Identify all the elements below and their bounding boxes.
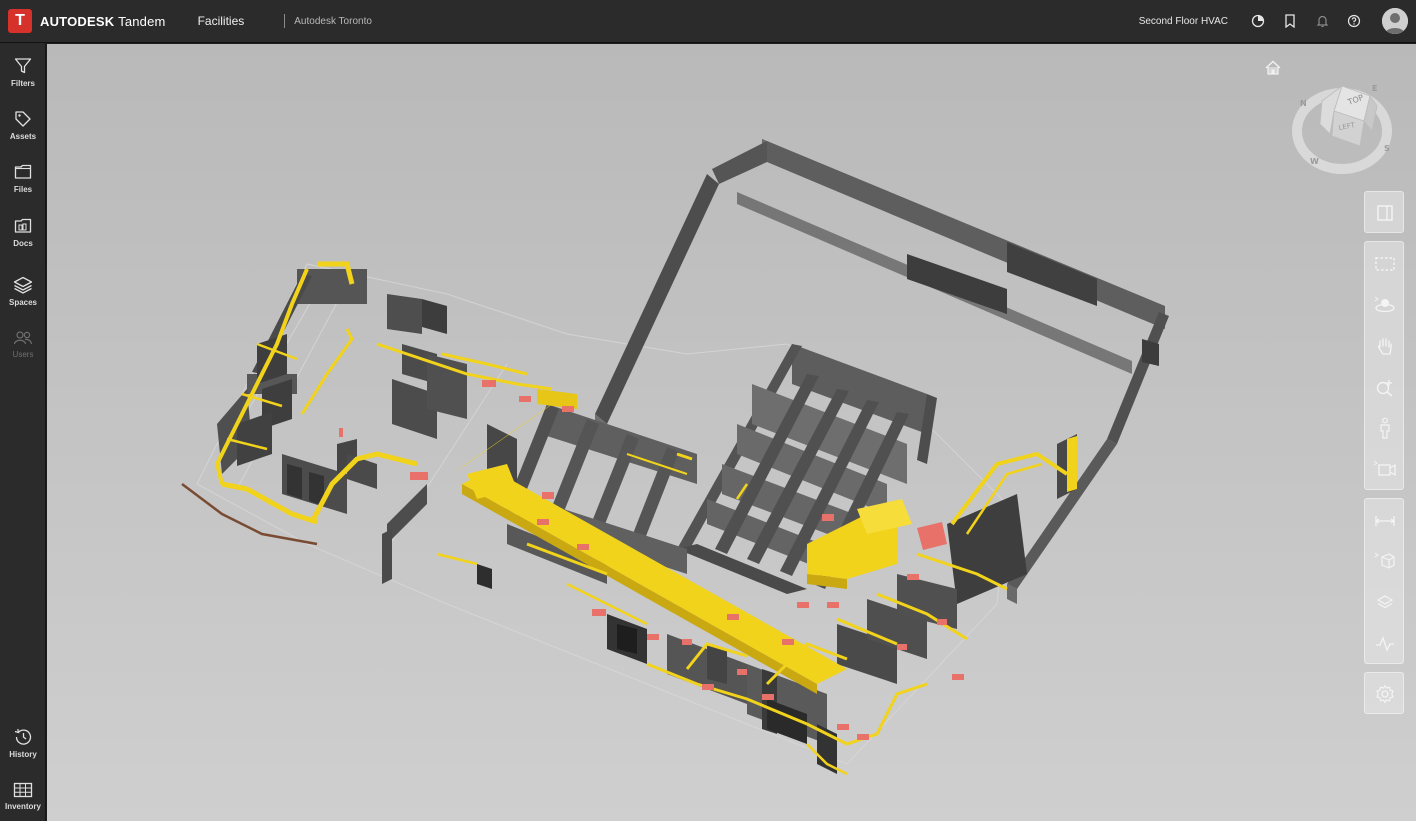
compass-e: E	[1372, 84, 1377, 93]
history-icon	[14, 728, 32, 745]
toolbar-group-settings	[1364, 672, 1404, 714]
section-box-icon[interactable]	[1365, 244, 1405, 284]
compass-w: W	[1310, 157, 1319, 166]
building-model[interactable]	[47, 44, 1416, 821]
nav-label: Assets	[9, 131, 37, 141]
tag-icon	[15, 110, 31, 127]
layers-icon	[13, 276, 33, 294]
camera-icon[interactable]	[1365, 449, 1405, 489]
toolbar-group-tools	[1364, 498, 1404, 664]
nav-label: Users	[12, 349, 34, 359]
nav-files[interactable]: Files	[0, 155, 46, 201]
settings-icon[interactable]	[1365, 674, 1405, 714]
bell-icon[interactable]	[1314, 13, 1330, 29]
logo[interactable]: T AUTODESK Tandem	[8, 0, 166, 43]
nav-users: Users	[0, 321, 46, 367]
nav-label: Spaces	[8, 297, 38, 307]
facility-name[interactable]: Autodesk Toronto	[294, 16, 372, 27]
zoom-icon[interactable]	[1365, 367, 1405, 407]
model-viewport[interactable]: TOP LEFT N E S W	[47, 44, 1416, 821]
filter-icon	[14, 57, 32, 73]
nav-label: Inventory	[4, 801, 41, 811]
left-sidebar: Filters Assets Files Docs Spaces Users H…	[0, 43, 46, 821]
view-cube[interactable]: TOP LEFT N E S W	[1292, 76, 1392, 176]
nav-inventory[interactable]: Inventory	[0, 773, 46, 819]
nav-label: History	[9, 749, 37, 759]
table-icon	[13, 782, 33, 797]
nav-label: Files	[13, 184, 33, 194]
docs-icon	[14, 218, 32, 233]
measure-icon[interactable]	[1365, 501, 1405, 541]
view-name[interactable]: Second Floor HVAC	[1139, 16, 1228, 27]
toolbar-group-navigation	[1364, 241, 1404, 490]
folder-icon	[14, 164, 32, 179]
avatar[interactable]	[1382, 8, 1408, 34]
nav-label: Docs	[13, 238, 33, 248]
nav-filters[interactable]: Filters	[0, 49, 46, 95]
nav-history[interactable]: History	[0, 720, 46, 766]
first-person-icon[interactable]	[1365, 408, 1405, 448]
compass-n: N	[1300, 99, 1307, 108]
compass-s: S	[1384, 144, 1390, 153]
divider	[284, 14, 286, 28]
pan-icon[interactable]	[1365, 326, 1405, 366]
module-title[interactable]: Facilities	[198, 14, 245, 28]
side-panel-icon[interactable]	[1365, 193, 1405, 233]
nav-docs[interactable]: Docs	[0, 209, 46, 255]
explode-model-icon[interactable]	[1365, 542, 1405, 582]
lower-rooms	[477, 564, 957, 774]
nav-assets[interactable]: Assets	[0, 102, 46, 148]
app-root: T AUTODESK Tandem Facilities Autodesk To…	[0, 0, 1416, 821]
bookmark-icon[interactable]	[1282, 13, 1298, 29]
layers-icon[interactable]	[1365, 583, 1405, 623]
brand-company: AUTODESK	[40, 13, 115, 29]
logo-icon: T	[8, 9, 32, 33]
help-icon[interactable]	[1346, 13, 1362, 29]
brand-name: AUTODESK Tandem	[40, 14, 166, 29]
top-bar: T AUTODESK Tandem Facilities Autodesk To…	[0, 0, 1416, 43]
toolbar-group-panel	[1364, 191, 1404, 233]
activity-icon[interactable]	[1365, 624, 1405, 664]
nav-spaces[interactable]: Spaces	[0, 268, 46, 314]
brand-product: Tandem	[118, 13, 166, 29]
orbit-icon[interactable]	[1365, 285, 1405, 325]
dashboard-icon[interactable]	[1250, 13, 1266, 29]
nav-label: Filters	[10, 78, 35, 88]
users-icon	[13, 330, 33, 344]
home-icon[interactable]	[1264, 59, 1282, 77]
